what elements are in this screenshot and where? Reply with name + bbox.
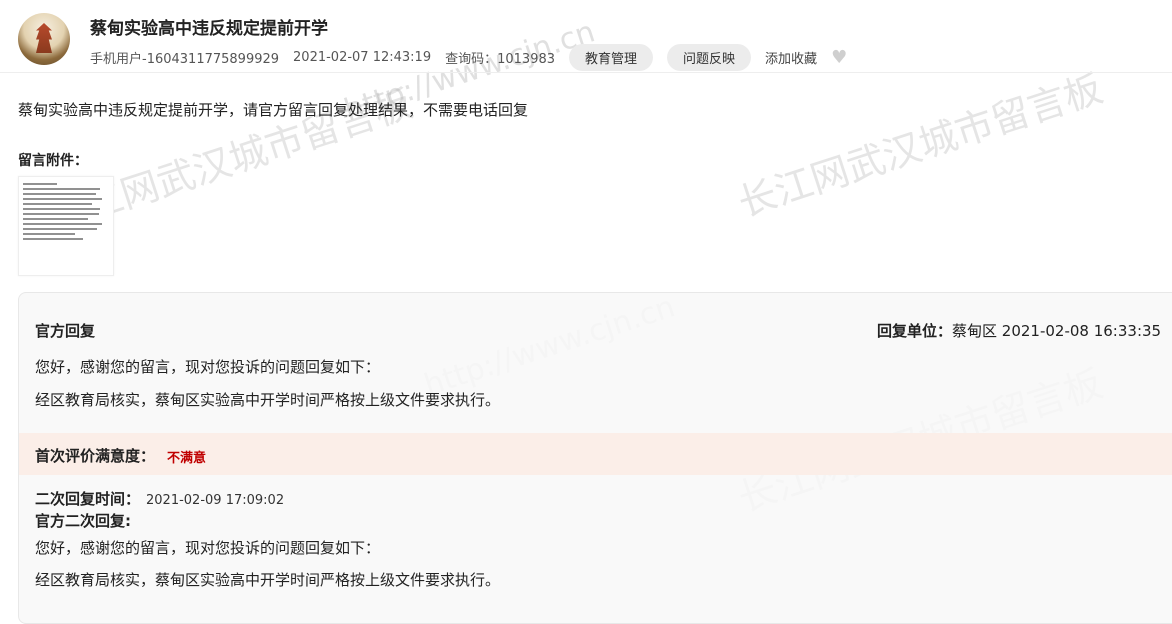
second-reply-title: 官方二次回复: <box>35 512 131 530</box>
post-header: 蔡甸实验高中违反规定提前开学 手机用户-1604311775899929 202… <box>0 0 1172 73</box>
yellow-crane-tower-icon <box>36 23 52 53</box>
second-reply-time-value: 2021-02-09 17:09:02 <box>146 493 285 508</box>
add-favorite-button[interactable]: 添加收藏 <box>765 48 817 67</box>
second-reply-time: 二次回复时间： 2021-02-09 17:09:02 <box>35 488 284 509</box>
satisfaction-label: 首次评价满意度： <box>35 447 156 465</box>
post-body: 蔡甸实验高中违反规定提前开学，请官方留言回复处理结果，不需要电话回复 留言附件： <box>0 99 1172 276</box>
avatar[interactable] <box>18 13 70 65</box>
satisfaction-bar: 首次评价满意度： 不满意 <box>19 433 1172 475</box>
official-reply-panel: 官方回复 回复单位：蔡甸区 2021-02-08 16:33:35 您好，感谢您… <box>18 292 1172 624</box>
reply-unit: 回复单位：蔡甸区 2021-02-08 16:33:35 <box>877 320 1161 341</box>
author-name: 手机用户-1604311775899929 <box>90 52 280 67</box>
query-code: 查询码：1013983 <box>445 52 556 67</box>
official-reply-title: 官方回复 <box>35 322 96 340</box>
post-datetime: 2021-02-07 12:43:19 <box>293 50 432 65</box>
second-reply-time-label: 二次回复时间： <box>35 490 141 508</box>
attachment-thumbnail[interactable] <box>18 176 114 276</box>
second-reply-line-1: 您好，感谢您的留言，现对您投诉的问题回复如下： <box>35 539 381 557</box>
tag-problem-report[interactable]: 问题反映 <box>667 44 752 71</box>
post-meta: 手机用户-1604311775899929 2021-02-07 12:43:1… <box>90 44 861 71</box>
satisfaction-value: 不满意 <box>167 451 207 466</box>
reply-line-2: 经区教育局核实，蔡甸区实验高中开学时间严格按上级文件要求执行。 <box>35 391 501 409</box>
attachment-label: 留言附件： <box>18 153 88 169</box>
question-text: 蔡甸实验高中违反规定提前开学，请官方留言回复处理结果，不需要电话回复 <box>18 101 529 119</box>
reply-line-1: 您好，感谢您的留言，现对您投诉的问题回复如下： <box>35 358 381 376</box>
second-reply-line-2: 经区教育局核实，蔡甸区实验高中开学时间严格按上级文件要求执行。 <box>35 571 501 589</box>
tag-education-management[interactable]: 教育管理 <box>569 44 654 71</box>
post-title: 蔡甸实验高中违反规定提前开学 <box>90 19 328 39</box>
reply-unit-label: 回复单位： <box>877 322 953 340</box>
reply-unit-value: 蔡甸区 2021-02-08 16:33:35 <box>952 322 1162 340</box>
heart-icon[interactable]: ♥ <box>831 47 847 68</box>
